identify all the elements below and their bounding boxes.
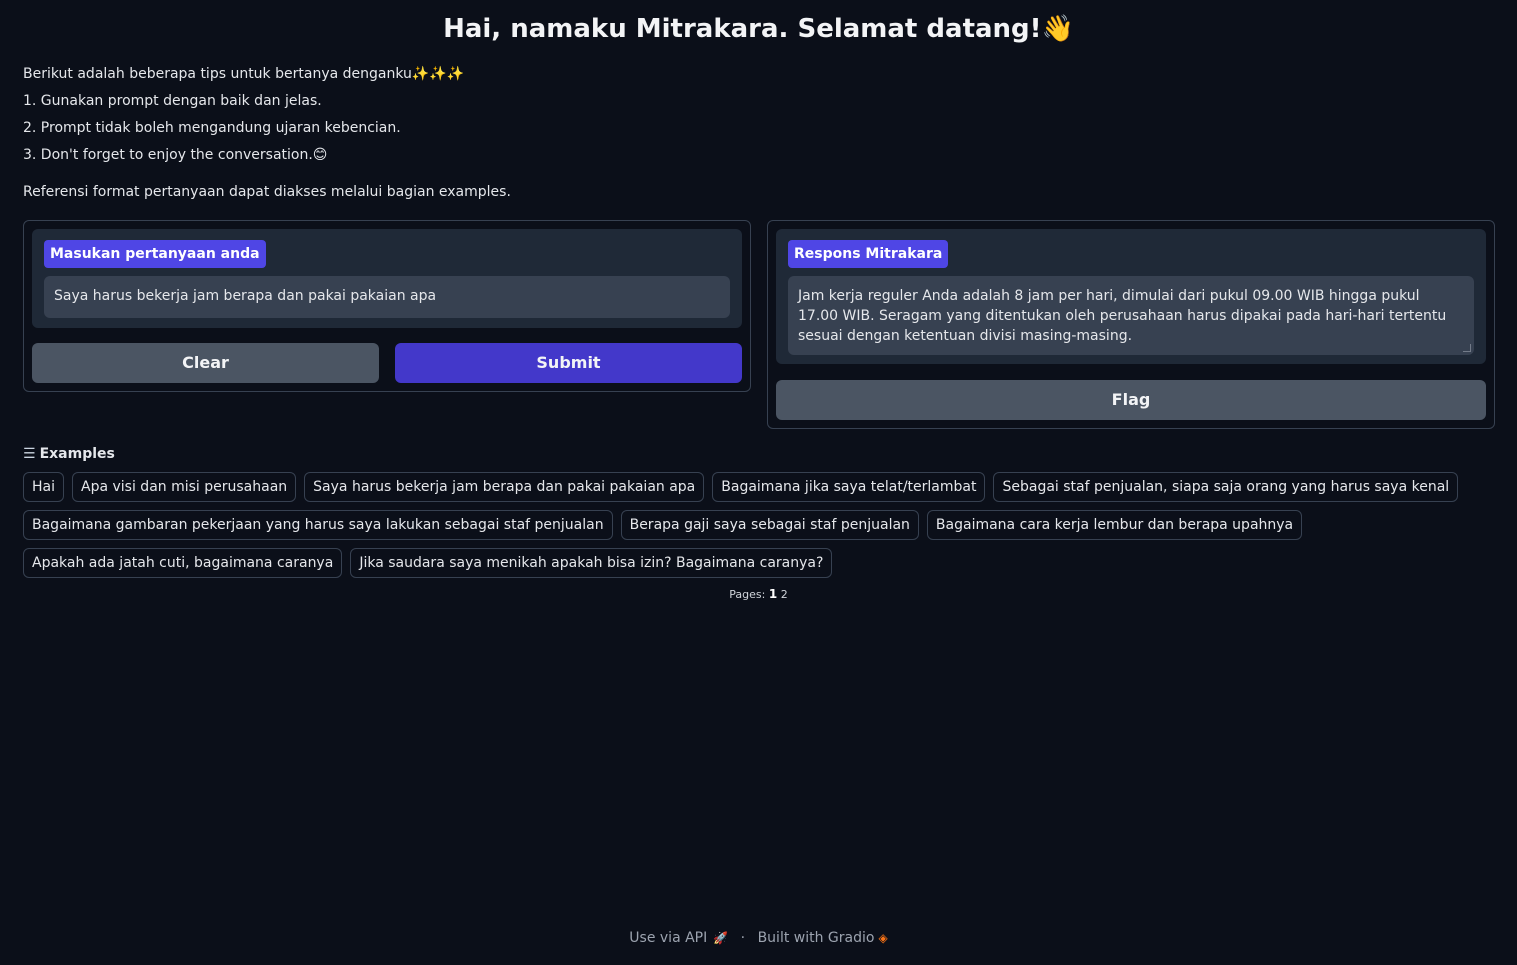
- use-via-api-link[interactable]: Use via API 🚀: [629, 930, 728, 946]
- submit-button[interactable]: Submit: [395, 343, 742, 383]
- footer-separator: ·: [740, 930, 746, 946]
- examples-list: Hai Apa visi dan misi perusahaan Saya ha…: [23, 472, 1493, 586]
- output-block: Respons Mitrakara Jam kerja reguler Anda…: [776, 229, 1486, 364]
- response-output[interactable]: Jam kerja reguler Anda adalah 8 jam per …: [788, 276, 1474, 355]
- input-block: Masukan pertanyaan anda Saya harus beker…: [32, 229, 742, 328]
- input-panel: Masukan pertanyaan anda Saya harus beker…: [23, 220, 751, 392]
- example-item[interactable]: Bagaimana jika saya telat/terlambat: [712, 472, 986, 502]
- page-2-link[interactable]: 2: [781, 588, 788, 601]
- example-item[interactable]: Apakah ada jatah cuti, bagaimana caranya: [23, 548, 343, 578]
- examples-heading: ☰ Examples: [23, 446, 115, 462]
- waving-hand-icon: 👋: [1041, 14, 1074, 44]
- sparkles-icon: ✨✨✨: [411, 66, 465, 82]
- tip-1: 1. Gunakan prompt dengan baik dan jelas.: [23, 93, 322, 109]
- example-item[interactable]: Saya harus bekerja jam berapa dan pakai …: [304, 472, 705, 502]
- api-link-text: Use via API: [629, 930, 708, 946]
- input-label: Masukan pertanyaan anda: [44, 240, 266, 268]
- response-text: Jam kerja reguler Anda adalah 8 jam per …: [798, 288, 1447, 344]
- tip-3: 3. Don't forget to enjoy the conversatio…: [23, 145, 511, 172]
- flag-button[interactable]: Flag: [776, 380, 1486, 420]
- output-panel: Respons Mitrakara Jam kerja reguler Anda…: [767, 220, 1495, 429]
- gradio-link-text: Built with Gradio: [757, 930, 875, 946]
- tip-3-text: 3. Don't forget to enjoy the conversatio…: [23, 147, 313, 163]
- example-item[interactable]: Bagaimana gambaran pekerjaan yang harus …: [23, 510, 613, 540]
- resize-handle-icon[interactable]: [1463, 344, 1471, 352]
- examples-row-1: Hai Apa visi dan misi perusahaan Saya ha…: [23, 472, 1493, 502]
- example-item[interactable]: Berapa gaji saya sebagai staf penjualan: [620, 510, 919, 540]
- smiley-icon: 😊: [312, 147, 328, 163]
- examples-row-2: Bagaimana gambaran pekerjaan yang harus …: [23, 510, 1493, 540]
- example-item[interactable]: Hai: [23, 472, 64, 502]
- example-item[interactable]: Sebagai staf penjualan, siapa saja orang…: [993, 472, 1459, 502]
- examples-heading-text: Examples: [39, 446, 115, 462]
- page-title-text: Hai, namaku Mitrakara. Selamat datang!: [443, 14, 1042, 44]
- question-input[interactable]: Saya harus bekerja jam berapa dan pakai …: [44, 276, 730, 318]
- built-with-gradio-link[interactable]: Built with Gradio ◈: [758, 930, 888, 946]
- page-1-link[interactable]: 1: [769, 587, 777, 601]
- gradio-logo-icon: ◈: [878, 931, 888, 945]
- example-item[interactable]: Bagaimana cara kerja lembur dan berapa u…: [926, 510, 1303, 540]
- example-item[interactable]: Jika saudara saya menikah apakah bisa iz…: [350, 548, 833, 578]
- clear-button[interactable]: Clear: [32, 343, 379, 383]
- intro-lead-text: Berikut adalah beberapa tips untuk berta…: [23, 66, 412, 82]
- intro-section: Berikut adalah beberapa tips untuk berta…: [23, 64, 511, 209]
- output-label: Respons Mitrakara: [788, 240, 949, 268]
- page-title: Hai, namaku Mitrakara. Selamat datang!👋: [0, 14, 1517, 44]
- intro-lead: Berikut adalah beberapa tips untuk berta…: [23, 64, 511, 91]
- example-item[interactable]: Apa visi dan misi perusahaan: [72, 472, 297, 502]
- rocket-icon: 🚀: [713, 931, 729, 945]
- reference-note: Referensi format pertanyaan dapat diakse…: [23, 184, 511, 200]
- pages-label: Pages:: [729, 588, 766, 601]
- footer: Use via API 🚀 · Built with Gradio ◈: [0, 930, 1517, 946]
- examples-row-3: Apakah ada jatah cuti, bagaimana caranya…: [23, 548, 1493, 578]
- pagination: Pages: 1 2: [0, 587, 1517, 601]
- list-icon: ☰: [23, 446, 36, 462]
- tip-2: 2. Prompt tidak boleh mengandung ujaran …: [23, 120, 401, 136]
